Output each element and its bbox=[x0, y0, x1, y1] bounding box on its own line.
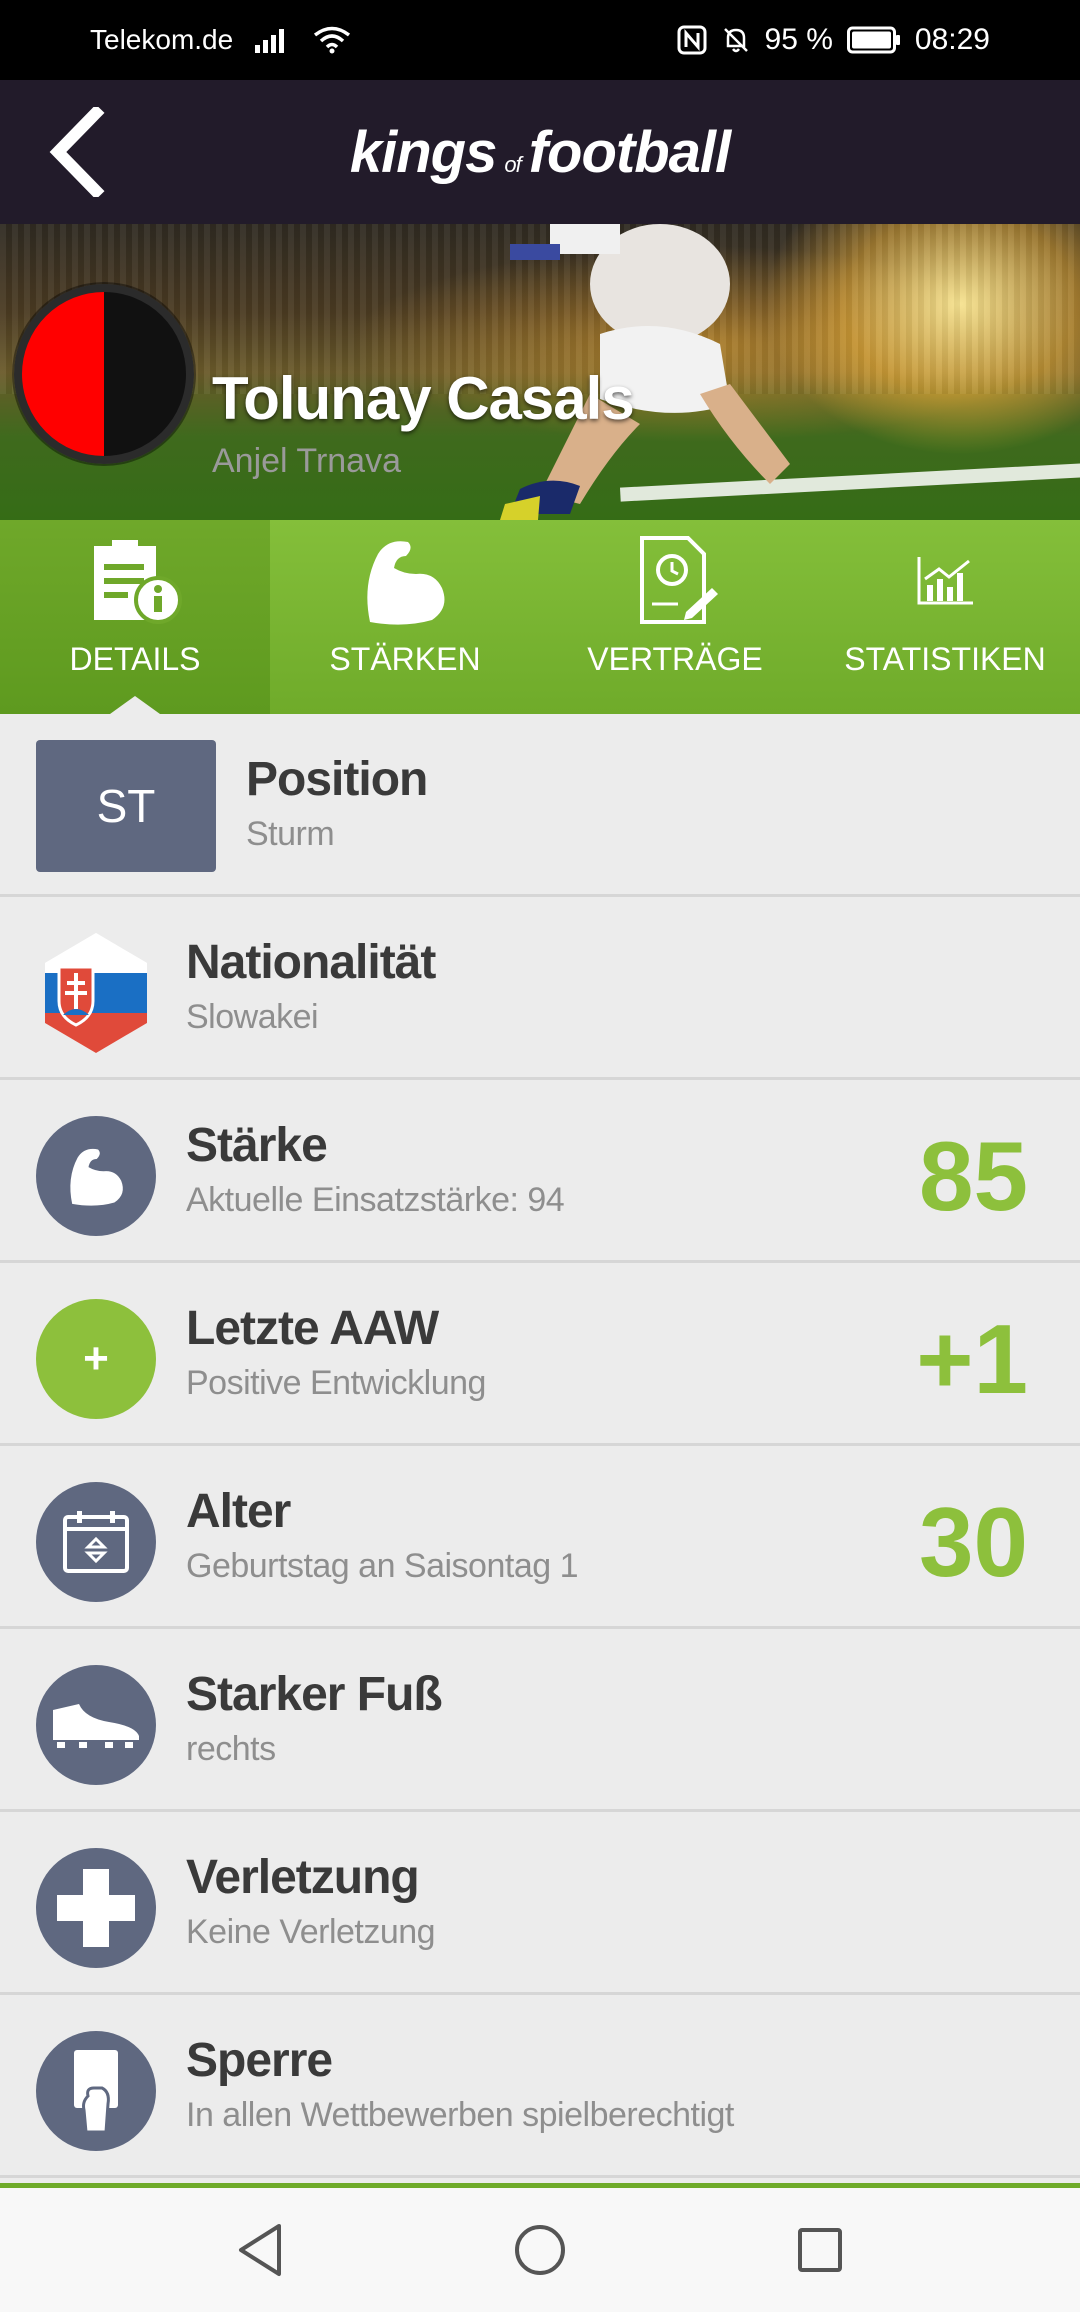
back-button[interactable] bbox=[36, 107, 116, 197]
triangle-back-icon bbox=[239, 2224, 281, 2276]
circle-home-icon bbox=[515, 2225, 565, 2275]
mute-bell-icon bbox=[721, 25, 751, 55]
club-name: Anjel Trnava bbox=[212, 442, 401, 480]
club-badge bbox=[14, 284, 194, 464]
battery-icon bbox=[846, 26, 901, 54]
app-logo: kings of football bbox=[349, 119, 731, 186]
row-title: Letzte AAW bbox=[186, 1302, 439, 1355]
tab-label: VERTRÄGE bbox=[587, 641, 763, 677]
tab-label: DETAILS bbox=[69, 641, 201, 677]
row-position: ST Position Sturm bbox=[0, 714, 1080, 897]
row-subtitle: Slowakei bbox=[186, 998, 319, 1036]
row-last-aaw: + Letzte AAW Positive Entwicklung +1 bbox=[0, 1263, 1080, 1446]
row-strength: Stärke Aktuelle Einsatzstärke: 94 85 bbox=[0, 1080, 1080, 1263]
strength-value: 85 bbox=[918, 1121, 1028, 1231]
player-name: Tolunay Casals bbox=[212, 365, 635, 432]
logo-word-kings: kings bbox=[349, 119, 497, 185]
muscle-icon bbox=[36, 1116, 156, 1236]
age-value: 30 bbox=[918, 1487, 1028, 1597]
nfc-icon bbox=[677, 25, 707, 55]
row-subtitle: rechts bbox=[186, 1730, 276, 1768]
row-injury: Verletzung Keine Verletzung bbox=[0, 1812, 1080, 1995]
system-nav-bar bbox=[0, 2188, 1080, 2312]
position-badge: ST bbox=[36, 740, 216, 872]
stats-icon bbox=[917, 557, 973, 605]
row-title: Nationalität bbox=[186, 936, 436, 989]
row-subtitle: Geburtstag an Saisontag 1 bbox=[186, 1547, 579, 1585]
back-arrow-icon bbox=[49, 107, 105, 197]
row-title: Stärke bbox=[186, 1119, 328, 1172]
muscle-icon bbox=[367, 541, 445, 625]
nav-recents-button[interactable] bbox=[785, 2215, 855, 2285]
battery-percent: 95 % bbox=[764, 23, 833, 56]
tab-statistiken[interactable]: STATISTIKEN bbox=[810, 520, 1080, 714]
row-age: Alter Geburtstag an Saisontag 1 30 bbox=[0, 1446, 1080, 1629]
logo-word-football: football bbox=[528, 119, 731, 185]
row-strong-foot: Starker Fuß rechts bbox=[0, 1629, 1080, 1812]
carrier-label: Telekom.de bbox=[90, 24, 234, 55]
row-subtitle: Aktuelle Einsatzstärke: 94 bbox=[186, 1181, 565, 1219]
flag-icon bbox=[36, 933, 156, 1053]
tab-label: STÄRKEN bbox=[329, 641, 481, 677]
clock: 08:29 bbox=[914, 23, 990, 56]
row-title: Alter bbox=[186, 1485, 291, 1538]
tab-staerken[interactable]: STÄRKEN bbox=[270, 520, 540, 714]
square-recents-icon bbox=[798, 2228, 842, 2272]
row-suspension: Sperre In allen Wettbewerben spielberech… bbox=[0, 1995, 1080, 2178]
tab-bar: DETAILS STÄRKEN VERTRÄGE STATISTIKEN bbox=[0, 520, 1080, 714]
logo-word-of: of bbox=[504, 151, 521, 177]
boot-icon bbox=[36, 1665, 156, 1785]
details-icon bbox=[94, 540, 182, 624]
row-subtitle: Keine Verletzung bbox=[186, 1913, 436, 1951]
wifi-icon bbox=[313, 26, 351, 54]
row-title: Verletzung bbox=[186, 1851, 420, 1904]
aaw-value: +1 bbox=[916, 1304, 1028, 1414]
nav-back-button[interactable] bbox=[225, 2215, 295, 2285]
plus-badge-icon: + bbox=[36, 1299, 156, 1419]
status-bar: Telekom.de 95 % 08:29 bbox=[0, 0, 1080, 80]
app-bar: kings of football bbox=[0, 80, 1080, 224]
row-title: Sperre bbox=[186, 2034, 333, 2087]
nav-home-button[interactable] bbox=[505, 2215, 575, 2285]
row-title: Starker Fuß bbox=[186, 1668, 443, 1721]
medical-cross-icon bbox=[36, 1848, 156, 1968]
details-list: ST Position Sturm Nationalität Slowakei … bbox=[0, 714, 1080, 2178]
row-subtitle: Positive Entwicklung bbox=[186, 1364, 486, 1402]
tab-details[interactable]: DETAILS bbox=[0, 520, 270, 714]
tab-label: STATISTIKEN bbox=[844, 641, 1046, 677]
contract-icon bbox=[640, 536, 718, 624]
calendar-icon bbox=[36, 1482, 156, 1602]
row-subtitle: In allen Wettbewerben spielberechtigt bbox=[186, 2096, 734, 2134]
tab-vertraege[interactable]: VERTRÄGE bbox=[540, 520, 810, 714]
row-title: Position bbox=[246, 753, 428, 806]
player-header: Tolunay Casals Anjel Trnava bbox=[0, 224, 1080, 520]
signal-icon bbox=[255, 27, 291, 53]
row-subtitle: Sturm bbox=[246, 815, 335, 853]
row-nationality: Nationalität Slowakei bbox=[0, 897, 1080, 1080]
plus-badge-label: + bbox=[83, 1334, 109, 1383]
card-hand-icon bbox=[36, 2031, 156, 2151]
